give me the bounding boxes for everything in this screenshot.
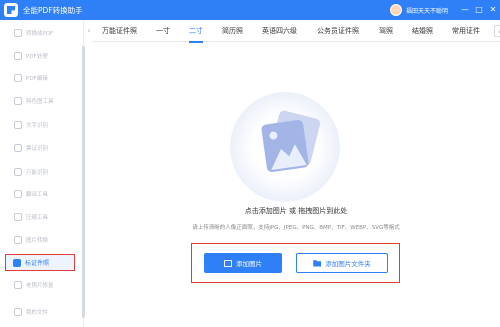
tab-cet-photo[interactable]: 英语四六级 bbox=[262, 20, 297, 42]
sidebar-item-label: PDF编辑 bbox=[26, 76, 48, 82]
upload-main-hint[interactable]: 点击添加图片 或 拖拽图片到此处 bbox=[92, 206, 500, 216]
tab-civil-servant-photo[interactable]: 公务员证件照 bbox=[317, 20, 359, 42]
maximize-button[interactable]: □ bbox=[472, 0, 486, 20]
add-folder-label: 添加图片文件夹 bbox=[325, 260, 371, 268]
sidebar-item-label: 标证件照 bbox=[25, 260, 50, 267]
tab-driver-license[interactable]: 驾照 bbox=[379, 20, 393, 42]
user-avatar[interactable] bbox=[389, 4, 402, 16]
sidebar-scrollbar[interactable] bbox=[82, 46, 85, 318]
sidebar-item-ticket-ocr[interactable]: 票证识别 bbox=[14, 141, 48, 155]
image-placeholder-icon bbox=[260, 119, 310, 173]
tab-common-id[interactable]: 常用证件 bbox=[452, 20, 494, 42]
tab-scroll-left-button[interactable]: ‹ bbox=[84, 25, 94, 37]
sidebar-item-universal-ocr[interactable]: 万能识别 bbox=[14, 165, 48, 179]
text-ocr-icon bbox=[14, 121, 22, 129]
tab-resume-photo[interactable]: 简历照 bbox=[222, 20, 243, 42]
close-button[interactable]: ✕ bbox=[486, 0, 500, 20]
tab-universal-id-photo[interactable]: 万能证件照 bbox=[102, 20, 137, 42]
app-title: 全能PDF转换助手 bbox=[23, 5, 83, 15]
app-logo bbox=[4, 3, 18, 17]
sidebar-item-convert-to-pdf[interactable]: 转换成PDF bbox=[14, 26, 53, 40]
universal-ocr-icon bbox=[14, 168, 22, 176]
sidebar-item-my-files[interactable]: 我的文件 bbox=[14, 305, 48, 319]
file-convert-icon bbox=[14, 29, 22, 37]
sidebar-item-label: 转换成PDF bbox=[26, 31, 54, 37]
user-name[interactable]: 福田天天不聪明 bbox=[406, 6, 448, 15]
title-bar: 全能PDF转换助手 福田天天不聪明 — □ ✕ bbox=[0, 0, 500, 20]
sidebar-item-label: 文字识别 bbox=[26, 123, 49, 129]
upload-format-hint: 请上传清晰的人像正面照，支持JPG、JPEG、PNG、BMP、TIF、WEBP、… bbox=[192, 225, 400, 231]
pdf-process-icon bbox=[14, 52, 22, 60]
my-files-icon bbox=[14, 308, 22, 316]
tab-two-inch[interactable]: 二寸 bbox=[189, 20, 203, 43]
sidebar-item-id-photo[interactable]: 标证件照 bbox=[5, 254, 75, 271]
tab-scroll-right-button[interactable]: › bbox=[494, 25, 500, 37]
compress-icon bbox=[14, 213, 22, 221]
sidebar-item-label: 老照片修复 bbox=[26, 283, 54, 289]
sidebar-item-pdf-edit[interactable]: PDF编辑 bbox=[14, 71, 48, 85]
id-photo-icon bbox=[13, 258, 21, 267]
sidebar-item-label: 票证识别 bbox=[26, 146, 49, 152]
pdf-edit-icon bbox=[14, 74, 22, 82]
add-image-folder-button[interactable]: 添加图片文件夹 bbox=[296, 253, 388, 273]
upload-buttons-highlight: 添加图片 添加图片文件夹 bbox=[191, 243, 400, 283]
sidebar: 转换成PDF PDF处理 PDF编辑 特色图工具 文字识别 票证识别 万能识别 … bbox=[0, 20, 85, 327]
tab-wedding-photo[interactable]: 结婚照 bbox=[412, 20, 433, 42]
image-tool-icon bbox=[14, 97, 22, 105]
tab-active-indicator bbox=[189, 41, 203, 43]
minimize-button[interactable]: — bbox=[458, 0, 472, 20]
sidebar-item-label: PDF处理 bbox=[26, 54, 48, 60]
sidebar-item-label: 特色图工具 bbox=[26, 99, 54, 105]
sidebar-item-label: 万能识别 bbox=[26, 170, 49, 176]
upload-illustration[interactable] bbox=[230, 92, 340, 202]
sidebar-item-compress[interactable]: 压缩工具 bbox=[14, 210, 48, 224]
photo-repair-icon bbox=[14, 281, 22, 289]
add-image-label: 添加图片 bbox=[236, 260, 262, 268]
tab-bar: ‹ 万能证件照 一寸 二寸 简历照 英语四六级 公务员证件照 驾照 结婚照 常用… bbox=[88, 20, 500, 43]
ticket-ocr-icon bbox=[14, 144, 22, 152]
translate-icon bbox=[14, 190, 22, 198]
add-image-button[interactable]: 添加图片 bbox=[204, 253, 282, 273]
sidebar-item-text-ocr[interactable]: 文字识别 bbox=[14, 118, 48, 132]
sidebar-item-image-tool[interactable]: 特色图工具 bbox=[14, 94, 54, 108]
tab-one-inch[interactable]: 一寸 bbox=[156, 20, 170, 42]
sidebar-item-photo-repair[interactable]: 老照片修复 bbox=[14, 278, 54, 292]
sidebar-item-pdf-process[interactable]: PDF处理 bbox=[14, 49, 48, 63]
sidebar-item-image-convert[interactable]: 图片转换 bbox=[14, 233, 48, 247]
tab-label: 二寸 bbox=[189, 27, 203, 35]
image-convert-icon bbox=[14, 236, 22, 244]
image-icon bbox=[224, 259, 232, 267]
folder-icon bbox=[313, 260, 322, 267]
sidebar-item-label: 压缩工具 bbox=[26, 215, 49, 221]
sidebar-item-label: 翻译工具 bbox=[26, 192, 49, 198]
sidebar-item-label: 我的文件 bbox=[26, 310, 49, 316]
sidebar-item-translate[interactable]: 翻译工具 bbox=[14, 187, 48, 201]
sidebar-item-label: 图片转换 bbox=[26, 238, 49, 244]
